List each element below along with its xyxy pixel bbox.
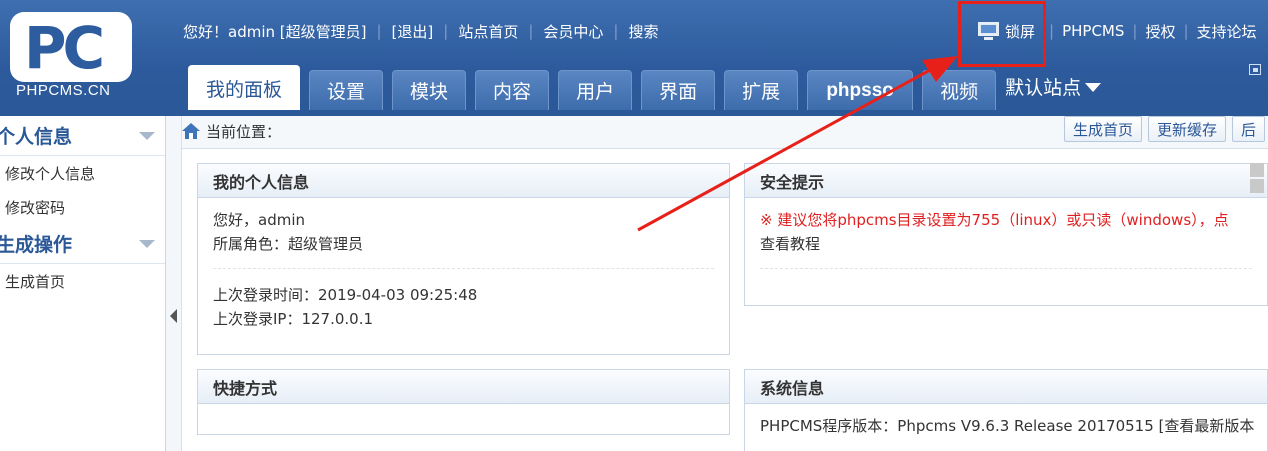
site-home-link[interactable]: 站点首页	[458, 21, 518, 42]
panel-body: 您好，admin 所属角色：超级管理员 上次登录时间：2019-04-03 09…	[198, 198, 729, 341]
logo-badge: PC	[10, 12, 132, 82]
site-selector-label: 默认站点	[1005, 76, 1082, 99]
panel-title: 安全提示	[745, 164, 1267, 198]
divider: |	[528, 22, 534, 40]
logo[interactable]: PC PHPCMS.CN	[0, 0, 168, 116]
quick-action-buttons: 生成首页 更新缓存 后	[1064, 116, 1268, 142]
search-link[interactable]: 搜索	[628, 21, 658, 42]
divider	[213, 268, 714, 269]
logo-letters: PC	[24, 14, 105, 82]
collapse-left-icon	[170, 309, 177, 323]
home-icon[interactable]	[182, 123, 200, 139]
divider: |	[1132, 22, 1138, 40]
tab-my-panel[interactable]: 我的面板	[188, 65, 301, 110]
phpcms-link[interactable]: PHPCMS	[1062, 22, 1124, 40]
divider: |	[443, 22, 449, 40]
tab-modules[interactable]: 模块	[392, 70, 467, 110]
logout-link[interactable]: [退出]	[392, 21, 434, 42]
caret-down-icon	[1085, 82, 1102, 92]
chevron-down-icon	[139, 239, 155, 248]
divider: |	[1049, 22, 1055, 40]
role-text: 所属角色：超级管理员	[213, 235, 364, 253]
panel-body: ※ 建议您将phpcms目录设置为755（linux）或只读（windows），…	[745, 198, 1267, 293]
divider	[760, 268, 1252, 269]
shortcuts-panel: 快捷方式	[197, 369, 730, 435]
last-login-time: 上次登录时间：2019-04-03 09:25:48	[213, 286, 478, 304]
divider: |	[1183, 22, 1189, 40]
sidebar-group-title: 生成操作	[0, 234, 73, 256]
logo-text: PHPCMS.CN	[16, 82, 111, 99]
breadcrumb: 当前位置： 生成首页 更新缓存 后	[182, 116, 1268, 146]
dashboard-content: 我的个人信息 您好，admin 所属角色：超级管理员 上次登录时间：2019-0…	[182, 148, 1268, 451]
breadcrumb-label: 当前位置：	[206, 122, 282, 141]
sidebar-group-personal[interactable]: 个人信息	[0, 116, 165, 156]
sidebar-item-change-password[interactable]: 修改密码	[0, 190, 165, 224]
tab-interface[interactable]: 界面	[641, 70, 716, 110]
tab-users[interactable]: 用户	[558, 70, 633, 110]
tab-content[interactable]: 内容	[475, 70, 550, 110]
chevron-down-icon	[139, 131, 155, 140]
top-header: PC PHPCMS.CN 您好！admin [超级管理员] | [退出] | 站…	[0, 0, 1268, 116]
annotation-highlight-box	[958, 1, 1046, 67]
tab-phpsso[interactable]: phpsso	[807, 70, 914, 110]
back-button[interactable]: 后	[1232, 116, 1266, 142]
user-bar: 您好！admin [超级管理员] | [退出] | 站点首页 | 会员中心 | …	[183, 20, 659, 42]
generate-home-button[interactable]: 生成首页	[1064, 116, 1143, 142]
support-forum-link[interactable]: 支持论坛	[1197, 21, 1257, 42]
sidebar-group-generate[interactable]: 生成操作	[0, 224, 165, 264]
main-nav-tabs: 我的面板 设置 模块 内容 用户 界面 扩展 phpsso 视频 默认站点	[188, 65, 1102, 110]
last-login-ip: 上次登录IP：127.0.0.1	[213, 310, 374, 328]
license-link[interactable]: 授权	[1145, 21, 1175, 42]
fullscreen-icon[interactable]	[1249, 64, 1261, 75]
sidebar-group-title: 个人信息	[0, 126, 73, 148]
security-panel: 安全提示 ※ 建议您将phpcms目录设置为755（linux）或只读（wind…	[744, 163, 1268, 306]
profile-panel: 我的个人信息 您好，admin 所属角色：超级管理员 上次登录时间：2019-0…	[197, 163, 730, 355]
system-info-panel: 系统信息 PHPCMS程序版本：Phpcms V9.6.3 Release 20…	[744, 369, 1268, 451]
tab-extensions[interactable]: 扩展	[724, 70, 799, 110]
panel-title: 快捷方式	[198, 370, 729, 404]
tab-video[interactable]: 视频	[922, 70, 997, 110]
sidebar-item-generate-home[interactable]: 生成首页	[0, 264, 165, 298]
scrollbar[interactable]	[1246, 163, 1268, 207]
sidebar: 个人信息 修改个人信息 修改密码 生成操作 生成首页	[0, 116, 166, 451]
member-center-link[interactable]: 会员中心	[543, 21, 603, 42]
tutorial-link[interactable]: 查看教程	[760, 232, 1252, 256]
sidebar-item-edit-profile[interactable]: 修改个人信息	[0, 156, 165, 190]
sidebar-toggle[interactable]	[166, 116, 182, 451]
divider: |	[613, 22, 619, 40]
tab-settings[interactable]: 设置	[309, 70, 384, 110]
main-area: 当前位置： 生成首页 更新缓存 后 我的个人信息 您好，admin 所属角色：超…	[182, 116, 1268, 451]
greeting-text: 您好！admin [超级管理员]	[183, 22, 367, 41]
version-text: PHPCMS程序版本：Phpcms V9.6.3 Release 2017051…	[760, 417, 1255, 435]
security-warning: ※ 建议您将phpcms目录设置为755（linux）或只读（windows），…	[760, 211, 1229, 229]
panel-body: PHPCMS程序版本：Phpcms V9.6.3 Release 2017051…	[745, 404, 1267, 448]
divider: |	[376, 22, 382, 40]
panel-title: 系统信息	[745, 370, 1267, 404]
update-cache-button[interactable]: 更新缓存	[1148, 116, 1227, 142]
hello-text: 您好，admin	[213, 211, 305, 229]
panel-title: 我的个人信息	[198, 164, 729, 198]
site-selector[interactable]: 默认站点	[1005, 70, 1102, 110]
